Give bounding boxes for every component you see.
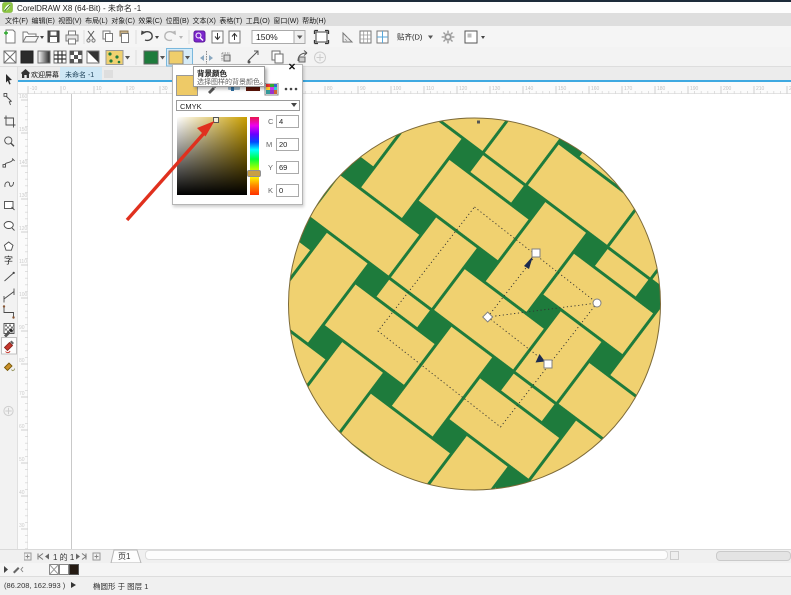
svg-text:140: 140 <box>19 160 28 166</box>
svg-text:0: 0 <box>63 86 66 92</box>
svg-text:贴齐(D): 贴齐(D) <box>397 32 423 42</box>
svg-text:1 的 1: 1 的 1 <box>53 552 75 562</box>
svg-text:30: 30 <box>19 523 25 529</box>
svg-text:字: 字 <box>4 255 13 266</box>
svg-text:90: 90 <box>19 325 25 331</box>
svg-text:-10: -10 <box>30 86 37 92</box>
svg-text:60: 60 <box>19 424 25 430</box>
svg-text:130: 130 <box>19 193 28 199</box>
svg-text:150%: 150% <box>256 32 278 42</box>
svg-text:50: 50 <box>19 457 25 463</box>
svg-text:100: 100 <box>19 292 28 298</box>
svg-text:80: 80 <box>19 358 25 364</box>
svg-text:150: 150 <box>19 127 28 133</box>
svg-text:110: 110 <box>19 259 27 265</box>
svg-text:40: 40 <box>19 490 25 496</box>
svg-text:120: 120 <box>19 226 28 232</box>
svg-text:160: 160 <box>19 94 28 100</box>
svg-text:70: 70 <box>19 391 25 397</box>
svg-text:110: 110 <box>426 86 434 92</box>
